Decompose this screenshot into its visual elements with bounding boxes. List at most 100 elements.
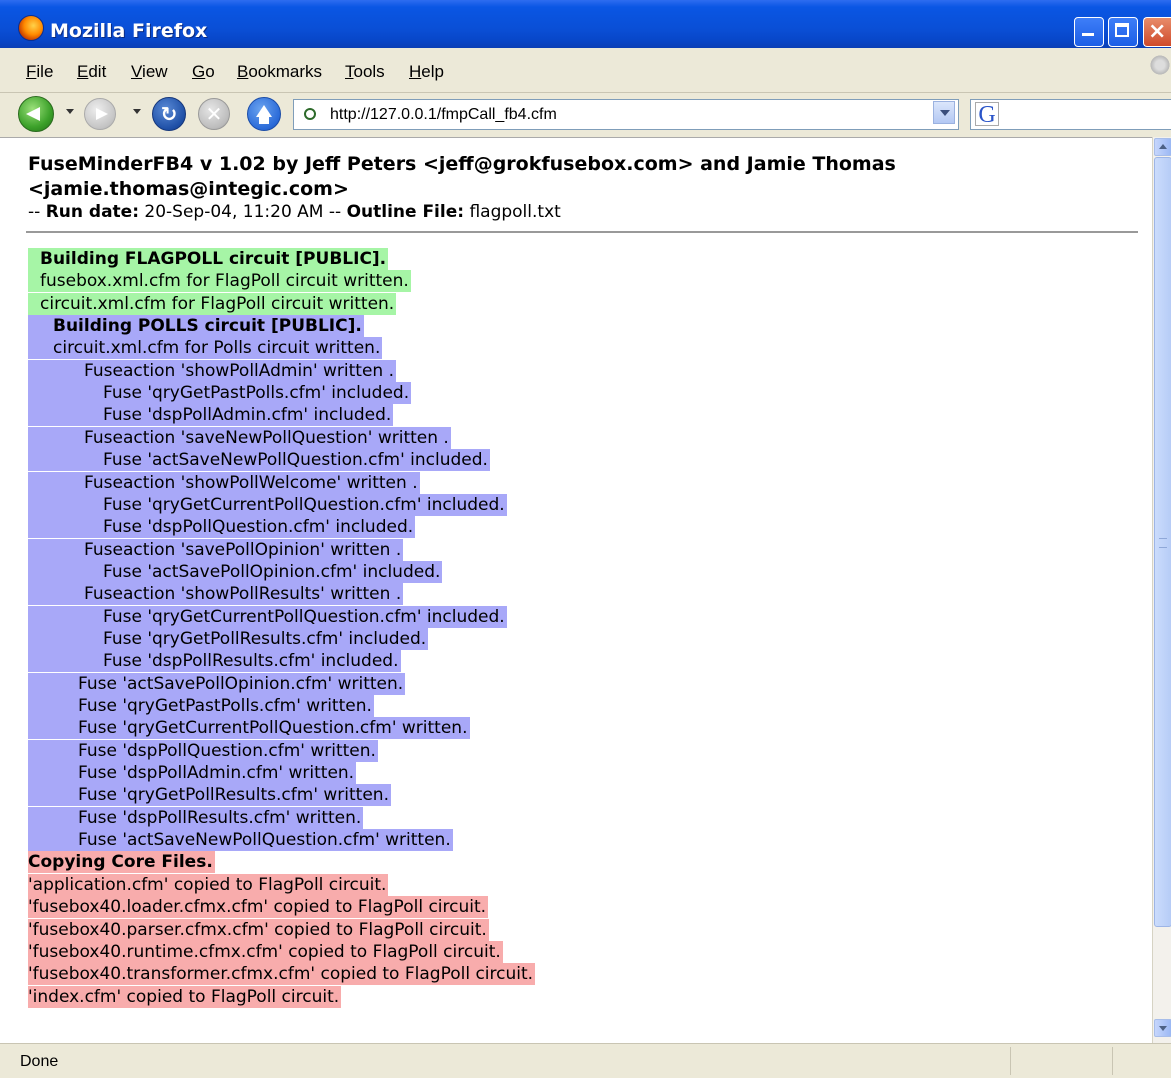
url-bar[interactable] (293, 99, 959, 130)
log-line: 'index.cfm' copied to FlagPoll circuit. (0, 985, 342, 1009)
window-title: Mozilla Firefox (50, 20, 208, 42)
log-line-text: Building FLAGPOLL circuit [PUBLIC]. (28, 248, 389, 270)
log-line-text: 'index.cfm' copied to FlagPoll circuit. (28, 985, 342, 1008)
log-line: Fuse 'dspPollResults.cfm' included. (0, 650, 401, 673)
forward-button[interactable] (84, 98, 116, 130)
log-line-text: Fuseaction 'showPollWelcome' written . (28, 471, 420, 494)
log-line-text: Fuse 'actSaveNewPollQuestion.cfm' includ… (28, 449, 490, 472)
forward-history-chevron-icon[interactable] (133, 109, 141, 114)
vertical-scrollbar[interactable] (1152, 137, 1171, 1043)
outline-file-label: Outline File: (346, 202, 465, 222)
scroll-up-button[interactable] (1154, 138, 1171, 156)
scroll-down-button[interactable] (1154, 1019, 1171, 1037)
menu-file[interactable]: File (26, 62, 53, 82)
page-content: FuseMinderFB4 v 1.02 by Jeff Peters <jef… (0, 137, 1152, 1043)
scroll-thumb[interactable] (1154, 157, 1171, 927)
close-icon: × (1148, 19, 1167, 44)
log-line: 'fusebox40.parser.cfmx.cfm' copied to Fl… (0, 918, 489, 942)
home-button[interactable] (247, 97, 281, 131)
log-line-text: Fuse 'dspPollAdmin.cfm' written. (28, 762, 357, 785)
throbber-icon (1149, 54, 1171, 76)
menu-edit[interactable]: Edit (77, 62, 106, 82)
maximize-icon (1115, 23, 1129, 37)
url-input[interactable] (330, 104, 920, 126)
close-button[interactable]: × (1143, 17, 1171, 47)
log-line: Fuseaction 'saveNewPollQuestion' written… (0, 426, 451, 450)
log-line-text: Fuse 'actSaveNewPollQuestion.cfm' writte… (28, 829, 453, 852)
log-line-text: Fuse 'dspPollAdmin.cfm' included. (28, 404, 394, 427)
log-line-text: fusebox.xml.cfm for FlagPoll circuit wri… (28, 270, 411, 293)
log-line: Fuse 'qryGetPollResults.cfm' included. (0, 627, 429, 651)
log-line-text: Fuse 'dspPollResults.cfm' included. (28, 650, 401, 673)
log-line-text: Fuse 'qryGetPastPolls.cfm' written. (28, 695, 374, 717)
back-history-chevron-icon[interactable] (66, 109, 74, 114)
log-line: Fuse 'qryGetPollResults.cfm' written. (0, 784, 391, 807)
log-line: Fuse 'dspPollResults.cfm' written. (0, 806, 364, 830)
log-line-text: Fuse 'actSavePollOpinion.cfm' included. (28, 560, 443, 583)
divider (26, 231, 1138, 233)
minimize-icon (1082, 33, 1094, 36)
run-date-label: Run date: (45, 202, 139, 222)
navigation-toolbar: ↻ ✕ G (0, 93, 1171, 137)
log-line: Fuseaction 'showPollWelcome' written . (0, 471, 420, 495)
status-separator (1010, 1047, 1011, 1075)
log-line-text: Fuse 'qryGetPollResults.cfm' written. (28, 784, 391, 807)
page-title: FuseMinderFB4 v 1.02 by Jeff Peters <jef… (28, 153, 896, 200)
log-line: Fuse 'actSaveNewPollQuestion.cfm' includ… (0, 449, 490, 472)
log-line-text: 'fusebox40.runtime.cfmx.cfm' copied to F… (28, 940, 503, 963)
log-line: Fuseaction 'savePollOpinion' written . (0, 538, 404, 562)
log-line: Fuse 'dspPollAdmin.cfm' included. (0, 404, 394, 427)
window-titlebar[interactable]: Mozilla Firefox × (0, 0, 1171, 48)
log-line: Fuse 'qryGetPastPolls.cfm' written. (0, 695, 374, 718)
run-date-value: 20-Sep-04, 11:20 AM -- (139, 202, 347, 222)
log-line-text: 'fusebox40.loader.cfmx.cfm' copied to Fl… (28, 896, 489, 919)
menu-view[interactable]: View (131, 62, 168, 82)
log-line-text: Building POLLS circuit [PUBLIC]. (28, 315, 364, 338)
menubar: File Edit View Go Bookmarks Tools Help (0, 48, 1171, 93)
menu-bookmarks[interactable]: Bookmarks (237, 62, 322, 82)
log-line-text: Fuseaction 'showPollResults' written . (28, 583, 404, 606)
reload-button[interactable]: ↻ (152, 97, 186, 131)
minimize-button[interactable] (1074, 17, 1104, 47)
log-line: Building FLAGPOLL circuit [PUBLIC]. (0, 248, 389, 271)
log-line: Fuseaction 'showPollAdmin' written . (0, 359, 397, 383)
maximize-button[interactable] (1108, 17, 1138, 47)
log-line: Fuse 'dspPollQuestion.cfm' included. (0, 516, 416, 539)
log-line: 'fusebox40.runtime.cfmx.cfm' copied to F… (0, 940, 503, 964)
log-line-text: Fuse 'qryGetPollResults.cfm' included. (28, 627, 429, 650)
url-dropdown-button[interactable] (933, 101, 955, 124)
status-separator (1112, 1047, 1113, 1075)
log-line-text: 'fusebox40.transformer.cfmx.cfm' copied … (28, 963, 536, 986)
log-line-text: Copying Core Files. (28, 851, 215, 874)
log-line-text: Fuse 'qryGetCurrentPollQuestion.cfm' wri… (28, 717, 470, 740)
log-line-text: Fuseaction 'savePollOpinion' written . (28, 538, 404, 561)
search-box[interactable]: G (970, 99, 1171, 130)
menu-tools[interactable]: Tools (345, 62, 385, 82)
log-line: Fuse 'qryGetPastPolls.cfm' included. (0, 382, 412, 405)
run-info: -- Run date: 20-Sep-04, 11:20 AM -- Outl… (28, 202, 561, 222)
log-line: Fuse 'qryGetCurrentPollQuestion.cfm' inc… (0, 493, 507, 517)
log-line-text: circuit.xml.cfm for Polls circuit writte… (28, 337, 383, 360)
log-line-text: Fuseaction 'showPollAdmin' written . (28, 359, 397, 382)
log-line: fusebox.xml.cfm for FlagPoll circuit wri… (0, 270, 411, 293)
log-line: Fuse 'qryGetCurrentPollQuestion.cfm' wri… (0, 717, 470, 740)
log-line: Fuse 'actSavePollOpinion.cfm' written. (0, 672, 406, 696)
stop-button[interactable]: ✕ (198, 98, 230, 130)
log-line: circuit.xml.cfm for Polls circuit writte… (0, 337, 383, 360)
log-line: 'fusebox40.transformer.cfmx.cfm' copied … (0, 963, 536, 986)
log-line-text: Fuseaction 'saveNewPollQuestion' written… (28, 426, 451, 449)
log-line-text: Fuse 'dspPollQuestion.cfm' included. (28, 516, 416, 539)
menu-help[interactable]: Help (409, 62, 444, 82)
log-line-text: 'fusebox40.parser.cfmx.cfm' copied to Fl… (28, 918, 489, 941)
log-line: 'application.cfm' copied to FlagPoll cir… (0, 873, 389, 897)
log-line: Fuse 'dspPollQuestion.cfm' written. (0, 739, 378, 763)
log-line: Fuse 'actSaveNewPollQuestion.cfm' writte… (0, 829, 453, 852)
log-line: Building POLLS circuit [PUBLIC]. (0, 315, 364, 338)
google-icon[interactable]: G (975, 102, 999, 127)
log-line: circuit.xml.cfm for FlagPoll circuit wri… (0, 292, 397, 316)
log-line: Copying Core Files. (0, 851, 215, 874)
site-icon (304, 108, 316, 120)
menu-go[interactable]: Go (192, 62, 215, 82)
log-line-text: circuit.xml.cfm for FlagPoll circuit wri… (28, 292, 397, 315)
back-button[interactable] (18, 96, 54, 132)
